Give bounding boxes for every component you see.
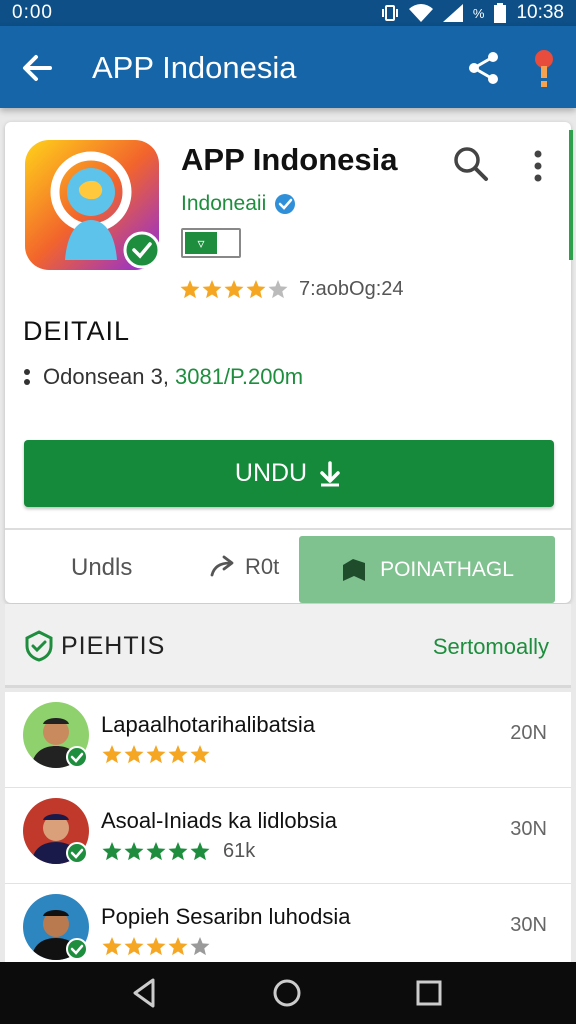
meta-text: Odonsean 3,: [43, 364, 169, 389]
review-list: Lapaalhotarihalibatsia 20N Asoal-Iniads ka…: [5, 692, 571, 962]
scroll-indicator: [569, 130, 573, 260]
rating-star: [224, 279, 244, 298]
app-icon[interactable]: [25, 140, 161, 270]
tab-forward[interactable]: R0t: [209, 554, 279, 580]
app-name: APP Indonesia: [181, 142, 398, 177]
search-icon[interactable]: [451, 144, 491, 184]
reviews-title: PIEHTIS: [61, 632, 166, 660]
review-star: [124, 841, 144, 860]
verified-icon: [275, 194, 296, 214]
review-item[interactable]: Popieh Sesaribn luhodsia 30N: [5, 884, 571, 962]
avatar: [23, 894, 89, 960]
review-item[interactable]: Lapaalhotarihalibatsia 20N: [5, 692, 571, 788]
review-star: [190, 745, 210, 764]
download-icon: [320, 460, 340, 486]
review-star: [168, 745, 188, 764]
reviews-header: PIEHTIS Sertomoally: [5, 604, 571, 688]
vibrate-icon: [381, 5, 398, 21]
review-star: [190, 841, 210, 860]
review-author: Lapaalhotarihalibatsia: [101, 712, 316, 737]
review-item[interactable]: Asoal-Iniads ka lidlobsia 61k 30N: [5, 788, 571, 884]
app-card: APP Indonesia Indoneaii ▿ 7:aobOg:24 DEI…: [5, 122, 573, 603]
review-star: [124, 745, 144, 764]
battery-percent: %: [472, 5, 485, 21]
battery-icon: [494, 3, 507, 23]
review-star: [102, 841, 122, 860]
review-star: [102, 745, 122, 764]
review-stars: 61k: [101, 840, 255, 863]
install-label: UNDU: [234, 459, 308, 487]
more-vert-icon[interactable]: [523, 146, 553, 186]
review-star: [168, 937, 188, 956]
rating-star: [246, 279, 266, 298]
review-star: [168, 841, 188, 860]
review-star: [146, 745, 166, 764]
developer-name[interactable]: Indoneaii: [181, 192, 296, 216]
star-row: [102, 745, 210, 764]
meta-size: 3081/P.200m: [174, 364, 304, 389]
review-stars: [101, 936, 211, 958]
review-value: 30N: [510, 818, 547, 840]
nav-recents-icon[interactable]: [412, 976, 446, 1010]
navigation-bar: [0, 962, 576, 1024]
bookmark-icon: [343, 558, 366, 581]
signal-icon: [442, 4, 463, 22]
tab-open-label: POINATHAGL: [380, 557, 514, 581]
app-bar-title: APP Indonesia: [92, 50, 297, 85]
tab-uninstall[interactable]: Undls: [71, 554, 132, 582]
rating-count: 7:aobOg:24: [299, 278, 404, 300]
shield-check-icon: [25, 630, 53, 662]
wifi-icon: [408, 4, 433, 22]
share-icon[interactable]: [464, 48, 504, 88]
rating-row: 7:aobOg:24: [179, 278, 404, 301]
avatar: [23, 798, 89, 864]
review-value: 20N: [510, 722, 547, 744]
rating-star: [202, 279, 222, 298]
review-stars: [101, 744, 211, 766]
rating-star: [268, 279, 288, 298]
more-vert-small-icon: [24, 369, 30, 385]
details-meta: Odonsean 3, 3081/P.200m: [23, 364, 303, 390]
status-time-right: 10:38: [516, 2, 564, 23]
review-star: [102, 937, 122, 956]
star-row: [102, 937, 210, 956]
rating-star: [180, 279, 200, 298]
back-arrow-icon[interactable]: [18, 48, 58, 88]
tab-forward-label: R0t: [245, 554, 280, 579]
review-author: Asoal-Iniads ka lidlobsia: [101, 808, 338, 833]
install-button[interactable]: UNDU: [24, 440, 554, 507]
card-divider: [5, 528, 571, 530]
toggle-switch[interactable]: ▿: [181, 228, 241, 258]
review-star: [124, 937, 144, 956]
tab-open-button[interactable]: POINATHAGL: [299, 536, 555, 603]
rating-stars: [180, 279, 288, 298]
review-value: 30N: [510, 914, 547, 936]
review-author: Popieh Sesaribn luhodsia: [101, 904, 351, 929]
see-all-link[interactable]: Sertomoally: [433, 634, 549, 660]
details-title: DEITAIL: [23, 316, 131, 346]
review-star: [146, 937, 166, 956]
star-row: [102, 841, 210, 860]
review-star: [146, 841, 166, 860]
review-star: [190, 937, 210, 956]
status-bar: 0:00 % 10:38: [0, 0, 576, 26]
location-pin-icon[interactable]: [526, 46, 562, 90]
nav-back-icon[interactable]: [128, 976, 162, 1010]
developer-label: Indoneaii: [181, 192, 267, 215]
forward-icon: [210, 555, 234, 577]
status-icons: % 10:38: [381, 2, 564, 24]
app-bar: APP Indonesia: [0, 26, 576, 108]
review-extra: 61k: [223, 840, 256, 862]
status-time-left: 0:00: [12, 2, 53, 23]
avatar: [23, 702, 89, 768]
nav-home-icon[interactable]: [270, 976, 304, 1010]
toggle-on-label: ▿: [185, 232, 217, 254]
